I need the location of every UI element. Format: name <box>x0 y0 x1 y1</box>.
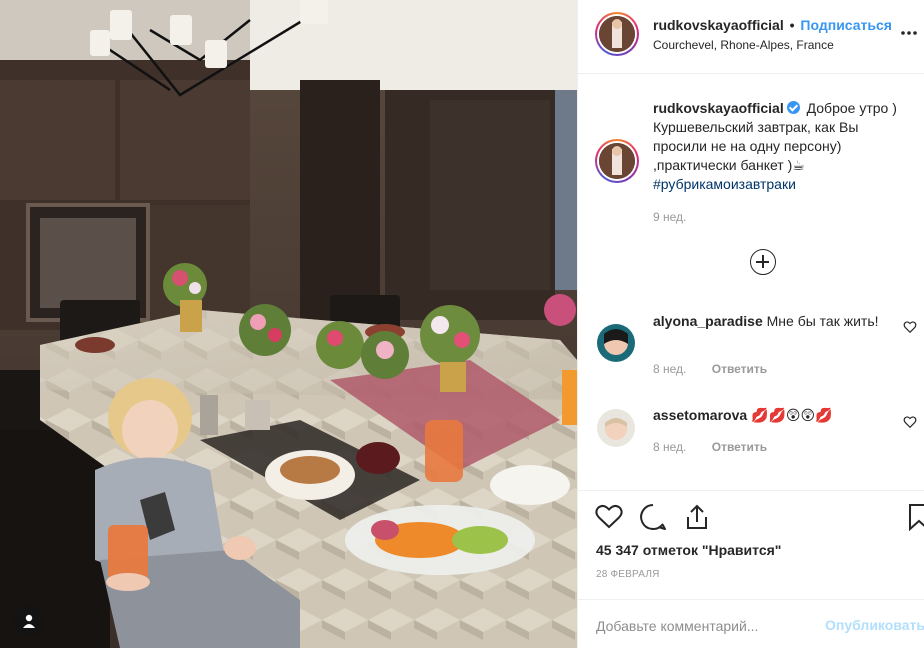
author-avatar[interactable] <box>595 12 639 56</box>
comment-bubble-icon[interactable] <box>638 502 668 532</box>
comment-input[interactable] <box>596 615 816 637</box>
post-actions: 45 347 отметок "Нравится" 28 ФЕВРАЛЯ Опу… <box>578 490 924 640</box>
caption-hashtag[interactable]: #рубрикамоизавтраки <box>653 176 796 192</box>
likes-count[interactable]: 45 347 отметок "Нравится" <box>596 542 781 558</box>
comment-text-block: alyona_paradise Мне бы так жить! <box>653 311 883 331</box>
comment-text-block: assetomarova 💋💋😲😲💋 <box>653 405 883 425</box>
tagged-user-icon[interactable] <box>14 606 44 636</box>
comment-username[interactable]: alyona_paradise <box>653 313 763 329</box>
commenter-avatar-image <box>597 409 635 447</box>
caption-author-avatar[interactable] <box>595 139 639 183</box>
author-line: rudkovskayaofficial • Подписаться <box>653 17 892 33</box>
comments-list[interactable]: rudkovskayaofficial Доброе утро ) Куршев… <box>578 75 924 490</box>
like-comment-heart-icon[interactable] <box>903 320 917 334</box>
like-comment-heart-icon[interactable] <box>903 415 917 429</box>
comment-text: Мне бы так жить! <box>766 313 879 329</box>
author-username[interactable]: rudkovskayaofficial <box>653 17 784 33</box>
post-photo[interactable] <box>0 0 577 648</box>
publish-button[interactable]: Опубликовать <box>825 617 924 633</box>
post-location[interactable]: Courchevel, Rhone-Alpes, France <box>653 38 834 52</box>
reply-button[interactable]: Ответить <box>712 440 767 454</box>
caption-username[interactable]: rudkovskayaofficial <box>653 100 784 116</box>
reply-button[interactable]: Ответить <box>712 362 767 376</box>
comment-meta: 8 нед. Ответить <box>653 440 767 454</box>
like-heart-icon[interactable] <box>594 502 624 532</box>
more-horizontal-icon[interactable] <box>899 23 919 43</box>
comment-time[interactable]: 8 нед. <box>653 362 686 376</box>
comment-text: 💋💋😲😲💋 <box>751 407 833 423</box>
caption-avatar-image <box>599 143 635 179</box>
comment-time[interactable]: 8 нед. <box>653 440 686 454</box>
share-icon[interactable] <box>682 502 712 532</box>
bookmark-icon[interactable] <box>904 502 924 532</box>
commenter-avatar-image <box>597 324 635 362</box>
post-header: rudkovskayaofficial • Подписаться Courch… <box>578 0 924 74</box>
load-more-comments-icon[interactable] <box>750 249 776 275</box>
post-side-panel: rudkovskayaofficial • Подписаться Courch… <box>577 0 924 648</box>
commenter-avatar[interactable] <box>597 409 635 447</box>
comment-username[interactable]: assetomarova <box>653 407 747 423</box>
person-icon <box>23 614 35 628</box>
verified-badge-icon <box>786 101 800 114</box>
follow-button[interactable]: Подписаться <box>800 17 892 33</box>
more-dots-icon <box>901 31 917 35</box>
breakfast-table-photo <box>0 0 577 648</box>
author-avatar-image <box>599 16 635 52</box>
caption-text-block: rudkovskayaofficial Доброе утро ) Куршев… <box>653 99 913 194</box>
post-date[interactable]: 28 ФЕВРАЛЯ <box>596 569 660 580</box>
caption-time[interactable]: 9 нед. <box>653 210 686 224</box>
add-comment-bar: Опубликовать <box>578 599 924 648</box>
commenter-avatar[interactable] <box>597 324 635 362</box>
comment-meta: 8 нед. Ответить <box>653 362 767 376</box>
separator-dot: • <box>789 17 795 33</box>
